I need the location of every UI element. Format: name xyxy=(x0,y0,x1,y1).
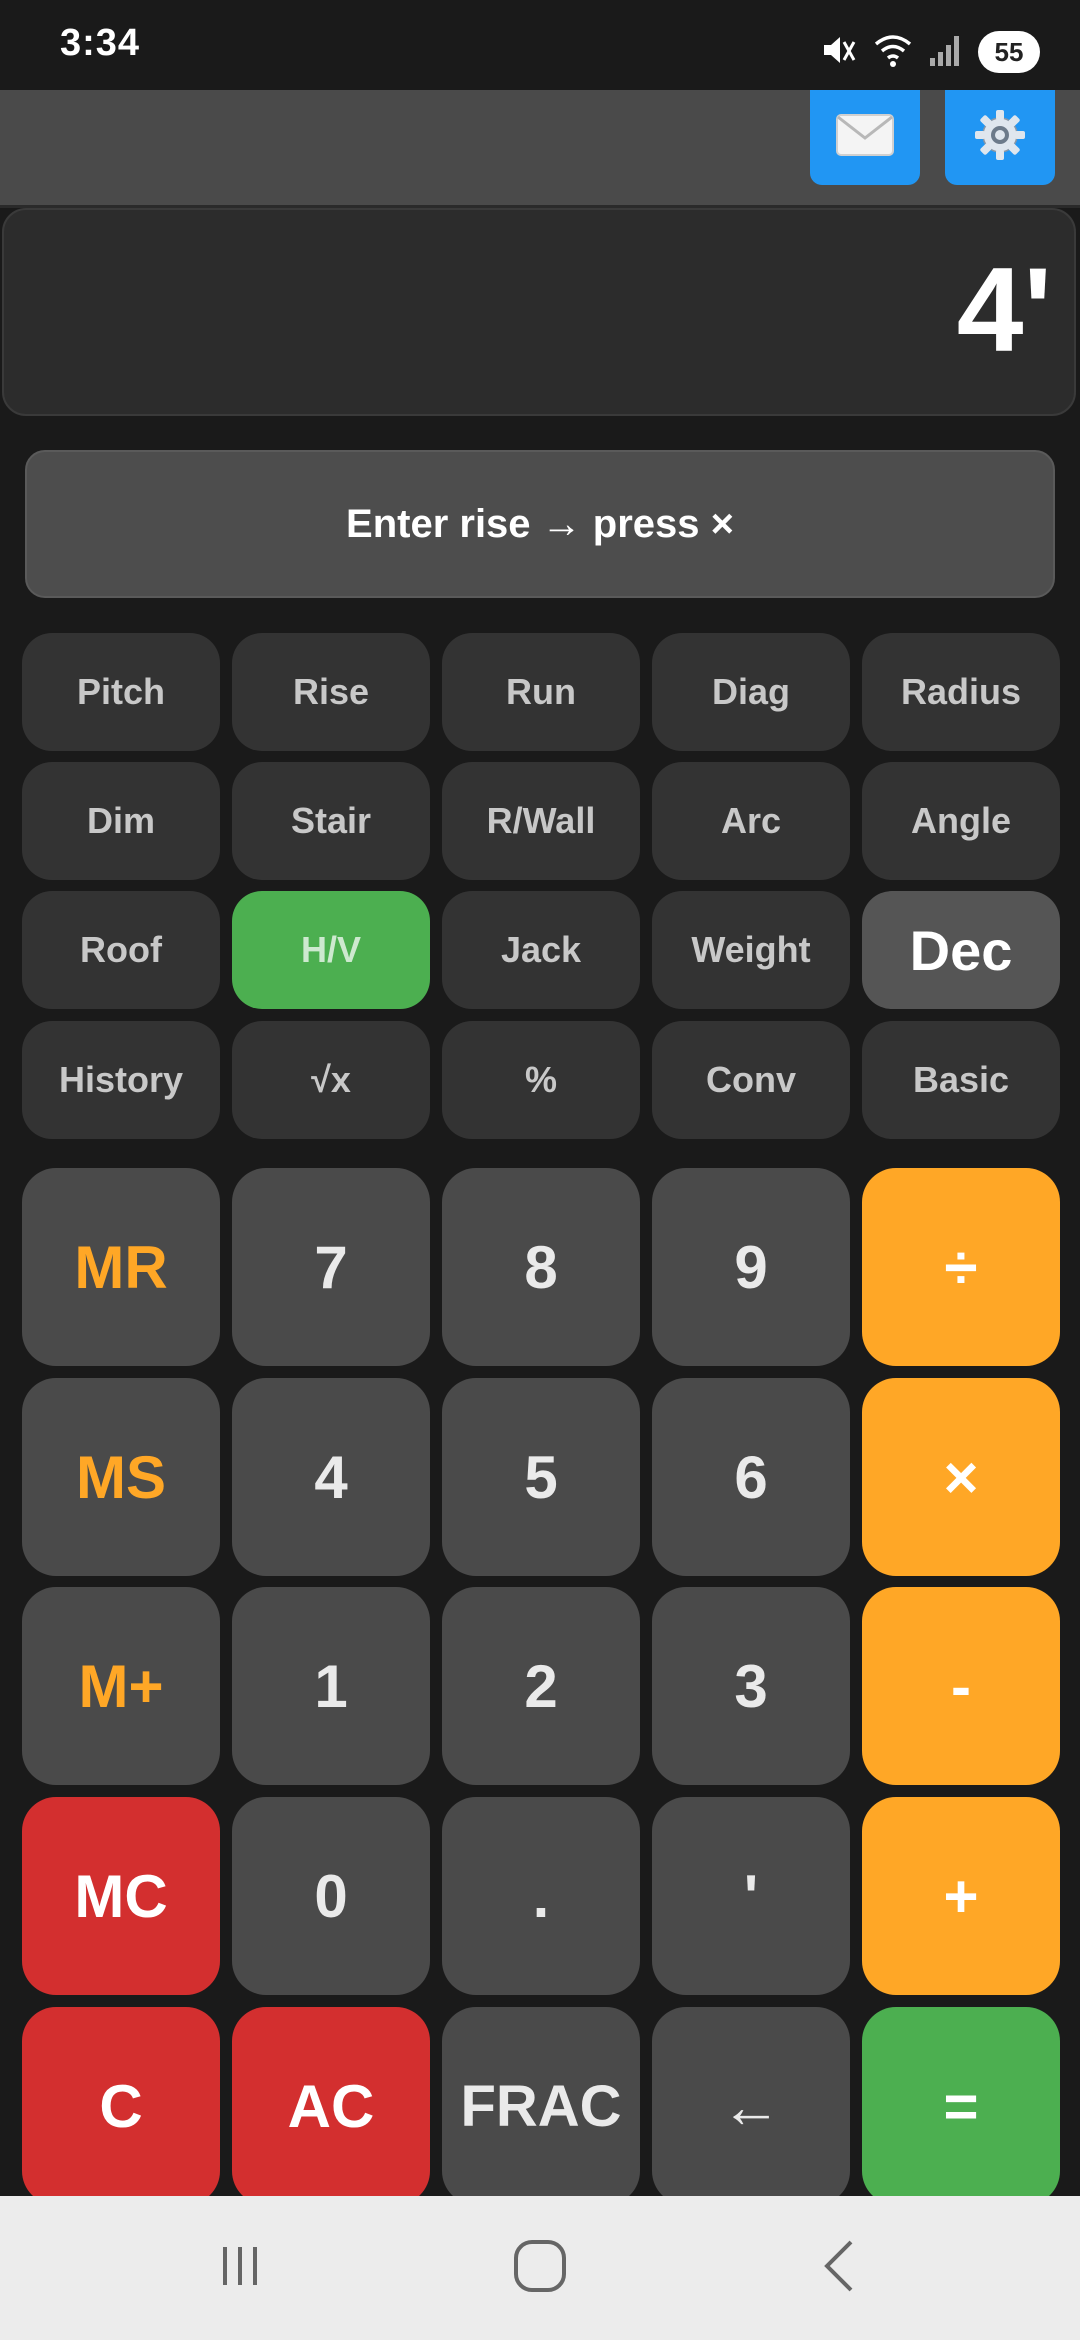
key-0[interactable]: 0 xyxy=(232,1797,430,1995)
fn-key-h-v[interactable]: H/V xyxy=(232,891,430,1009)
fn-key-conv[interactable]: Conv xyxy=(652,1021,850,1139)
fn-key-r-wall[interactable]: R/Wall xyxy=(442,762,640,880)
key-equals[interactable]: = xyxy=(862,2007,1060,2205)
recent-apps-icon xyxy=(215,2241,265,2296)
key-feet[interactable]: ' xyxy=(652,1797,850,1995)
status-time: 3:34 xyxy=(60,22,141,64)
fn-key-basic[interactable]: Basic xyxy=(862,1021,1060,1139)
hint-bar: Enter rise → press × xyxy=(25,450,1055,598)
recent-apps-button[interactable] xyxy=(200,2236,280,2300)
key-multiply[interactable]: × xyxy=(862,1378,1060,1576)
fn-key-run[interactable]: Run xyxy=(442,633,640,751)
home-icon xyxy=(512,2238,568,2299)
fn-key-jack[interactable]: Jack xyxy=(442,891,640,1009)
mail-icon xyxy=(836,114,894,161)
back-icon xyxy=(815,2238,865,2299)
fn-key-percent[interactable]: % xyxy=(442,1021,640,1139)
display-value: 4' xyxy=(956,243,1052,377)
key-clear[interactable]: C xyxy=(22,2007,220,2205)
key-1[interactable]: 1 xyxy=(232,1587,430,1785)
key-7[interactable]: 7 xyxy=(232,1168,430,1366)
key-4[interactable]: 4 xyxy=(232,1378,430,1576)
fn-key-stair[interactable]: Stair xyxy=(232,762,430,880)
mail-button[interactable] xyxy=(810,90,920,185)
top-bar xyxy=(0,90,1080,208)
key-3[interactable]: 3 xyxy=(652,1587,850,1785)
key-mc[interactable]: MC xyxy=(22,1797,220,1995)
key-6[interactable]: 6 xyxy=(652,1378,850,1576)
key-decimal-point[interactable]: . xyxy=(442,1797,640,1995)
battery-indicator: 55 xyxy=(978,31,1040,73)
fn-key-roof[interactable]: Roof xyxy=(22,891,220,1009)
calculator-display: 4' xyxy=(2,208,1076,416)
fn-key-history[interactable]: History xyxy=(22,1021,220,1139)
key-8[interactable]: 8 xyxy=(442,1168,640,1366)
fn-key-rise[interactable]: Rise xyxy=(232,633,430,751)
fn-key-diag[interactable]: Diag xyxy=(652,633,850,751)
wifi-icon xyxy=(872,30,914,75)
key-ms[interactable]: MS xyxy=(22,1378,220,1576)
status-bar: 3:34 55 xyxy=(0,0,1080,90)
fn-key-angle[interactable]: Angle xyxy=(862,762,1060,880)
back-button[interactable] xyxy=(800,2236,880,2300)
system-nav-bar xyxy=(0,2196,1080,2340)
key-mr[interactable]: MR xyxy=(22,1168,220,1366)
key-9[interactable]: 9 xyxy=(652,1168,850,1366)
key-all-clear[interactable]: AC xyxy=(232,2007,430,2205)
fn-key-dim[interactable]: Dim xyxy=(22,762,220,880)
key-m-plus[interactable]: M+ xyxy=(22,1587,220,1785)
signal-icon xyxy=(928,32,964,73)
key-subtract[interactable]: - xyxy=(862,1587,1060,1785)
fn-key-sqrt[interactable]: √x xyxy=(232,1021,430,1139)
mute-icon xyxy=(818,30,858,75)
status-icons: 55 xyxy=(818,28,1040,76)
settings-button[interactable] xyxy=(945,90,1055,185)
fn-key-dec[interactable]: Dec xyxy=(862,891,1060,1009)
key-add[interactable]: + xyxy=(862,1797,1060,1995)
key-5[interactable]: 5 xyxy=(442,1378,640,1576)
fn-key-pitch[interactable]: Pitch xyxy=(22,633,220,751)
key-2[interactable]: 2 xyxy=(442,1587,640,1785)
fn-key-arc[interactable]: Arc xyxy=(652,762,850,880)
gear-icon xyxy=(972,107,1028,168)
fn-key-weight[interactable]: Weight xyxy=(652,891,850,1009)
key-backspace[interactable]: ← xyxy=(652,2007,850,2205)
key-divide[interactable]: ÷ xyxy=(862,1168,1060,1366)
fn-key-radius[interactable]: Radius xyxy=(862,633,1060,751)
home-button[interactable] xyxy=(500,2236,580,2300)
key-frac[interactable]: FRAC xyxy=(442,2007,640,2205)
